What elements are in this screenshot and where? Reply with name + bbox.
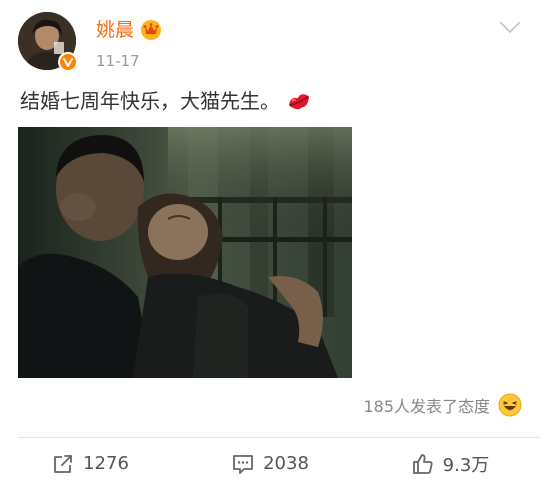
post-timestamp: 11-17 xyxy=(96,52,140,70)
lips-kiss-icon xyxy=(286,90,312,112)
laughing-face-icon xyxy=(498,393,522,417)
like-count: 9.3万 xyxy=(442,454,490,476)
action-bar: 1276 2038 9.3万 xyxy=(0,438,540,489)
repost-count: 1276 xyxy=(83,453,129,474)
comment-button[interactable]: 2038 xyxy=(180,438,360,489)
author-name[interactable]: 姚晨 xyxy=(96,16,134,44)
comment-icon xyxy=(233,454,253,474)
reactions-summary-text: 185人发表了态度 xyxy=(363,397,490,416)
repost-button[interactable]: 1276 xyxy=(0,438,180,489)
author-avatar-container[interactable] xyxy=(18,12,78,72)
post-text-content: 结婚七周年快乐，大猫先生。 xyxy=(20,89,280,113)
comment-count: 2038 xyxy=(263,453,309,474)
crown-icon xyxy=(140,19,162,41)
verified-badge-icon xyxy=(58,52,78,72)
post-photo[interactable] xyxy=(18,127,352,378)
thumbs-up-icon xyxy=(412,453,433,474)
share-icon xyxy=(54,454,72,473)
post-text: 结婚七周年快乐，大猫先生。 xyxy=(20,86,312,116)
weibo-post-card: 姚晨 11-17 结婚七周年快乐，大猫先生。 185人发表了态度 1276 20… xyxy=(0,0,540,489)
chevron-down-icon[interactable] xyxy=(498,18,522,36)
reactions-summary[interactable]: 185人发表了态度 xyxy=(363,391,522,419)
username-row: 姚晨 xyxy=(96,16,162,44)
like-button[interactable]: 9.3万 xyxy=(360,438,540,489)
